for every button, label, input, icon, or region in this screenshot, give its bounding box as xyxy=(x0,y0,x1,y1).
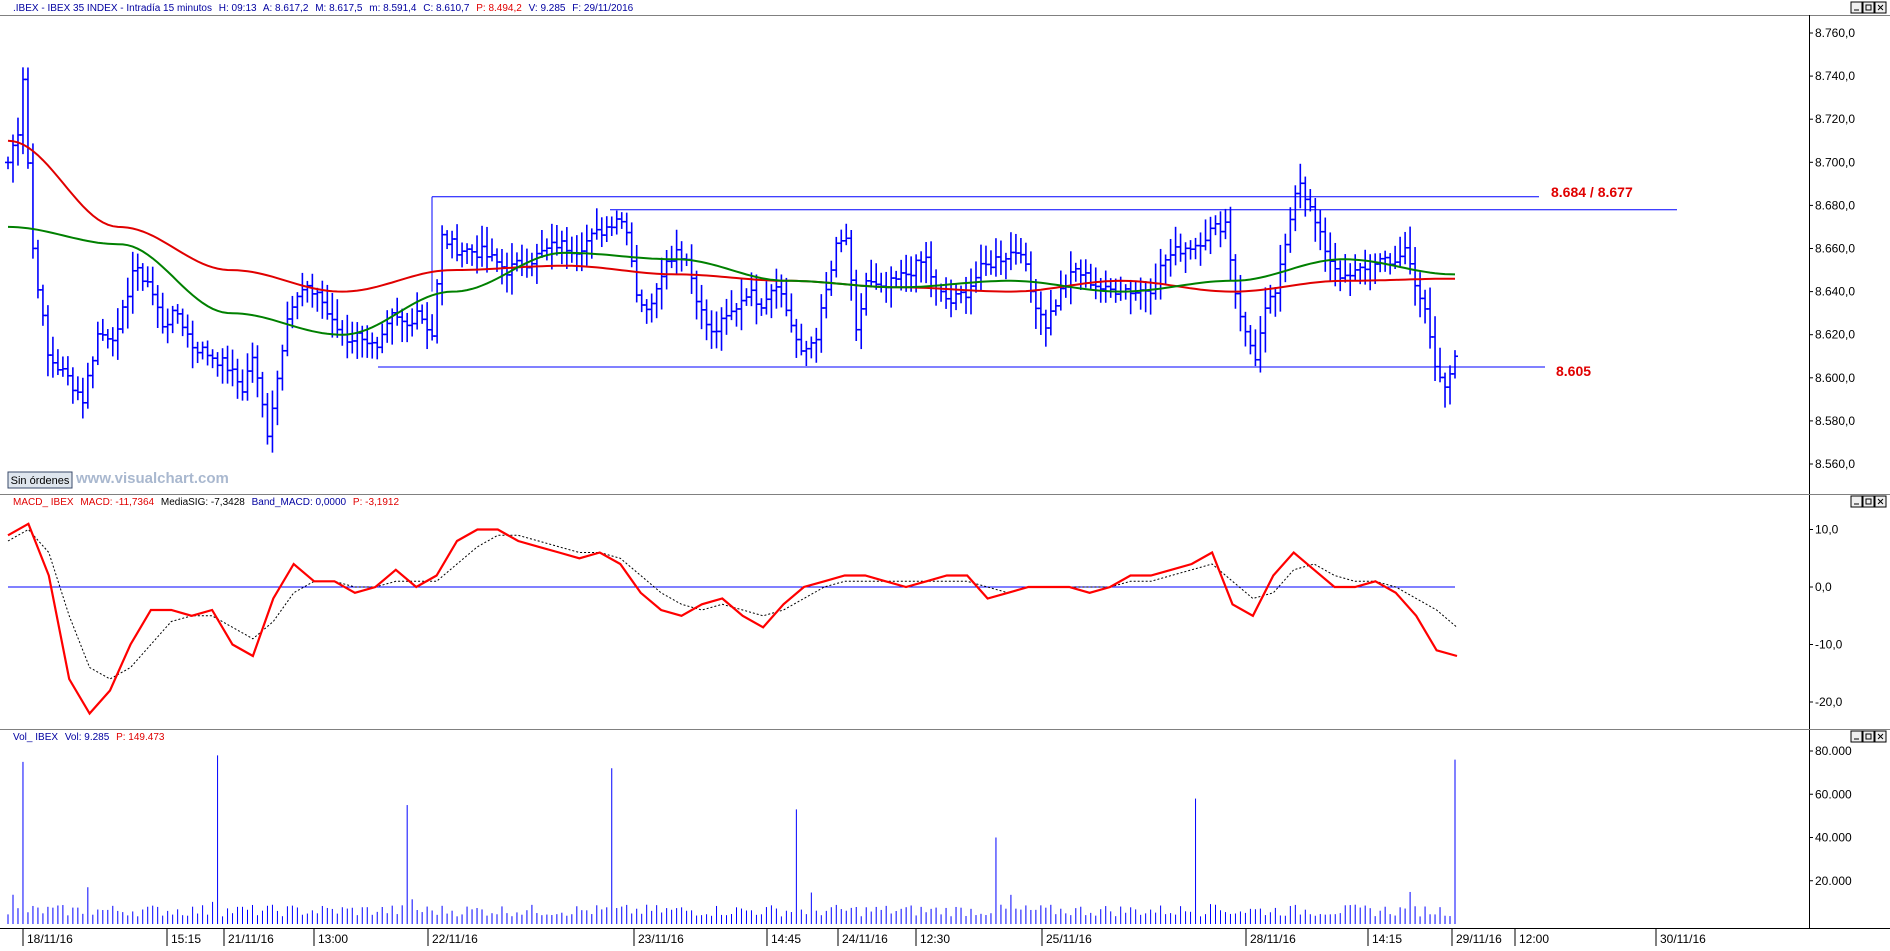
macd-p-value: P: -3,1912 xyxy=(353,497,400,508)
x-tick-label: 23/11/16 xyxy=(638,932,684,946)
price-y-tick-label: 8.680,0 xyxy=(1815,198,1855,212)
x-tick-label: 30/11/16 xyxy=(1660,932,1706,946)
time-value: H: 09:13 xyxy=(219,3,257,14)
x-tick-label: 28/11/16 xyxy=(1250,932,1296,946)
low-value: m: 8.591,4 xyxy=(369,3,417,14)
prev-value: P: 8.494,2 xyxy=(476,3,522,14)
x-tick-label: 15:15 xyxy=(171,932,201,946)
volume-name: Vol_ IBEX xyxy=(13,732,58,743)
volume-y-tick-label: 60.000 xyxy=(1815,787,1852,801)
x-tick-label: 12:00 xyxy=(1519,932,1549,946)
volume-y-tick-label: 20.000 xyxy=(1815,874,1852,888)
signal-value: MediaSIG: -7,3428 xyxy=(161,497,245,508)
price-y-tick-label: 8.580,0 xyxy=(1815,414,1855,428)
chart-canvas: .IBEX - IBEX 35 INDEX - Intradía 15 minu… xyxy=(0,0,1890,946)
price-y-tick-label: 8.720,0 xyxy=(1815,112,1855,126)
macd-header: MACD_ IBEX MACD: -11,7364 MediaSIG: -7,3… xyxy=(13,497,399,508)
price-y-tick-label: 8.640,0 xyxy=(1815,285,1855,299)
x-tick-label: 18/11/16 xyxy=(27,932,73,946)
orders-button[interactable]: Sin órdenes xyxy=(7,471,73,489)
volume-value: V: 9.285 xyxy=(529,3,566,14)
maximize-button[interactable] xyxy=(1862,1,1875,14)
support-label: 8.605 xyxy=(1556,363,1591,379)
orders-button-label: Sin órdenes xyxy=(11,475,70,487)
x-tick-label: 22/11/16 xyxy=(432,932,478,946)
volume-y-tick-label: 80.000 xyxy=(1815,744,1852,758)
volume-p-value: P: 149.473 xyxy=(116,732,165,743)
macd-value: MACD: -11,7364 xyxy=(80,497,154,508)
minimize-button[interactable] xyxy=(1850,495,1863,508)
minimize-button[interactable] xyxy=(1850,730,1863,743)
close-value: C: 8.610,7 xyxy=(423,3,470,14)
minimize-button[interactable] xyxy=(1850,1,1863,14)
x-tick-label: 21/11/16 xyxy=(228,932,274,946)
volume-y-tick-label: 40.000 xyxy=(1815,831,1852,845)
maximize-button[interactable] xyxy=(1862,730,1875,743)
volume-header: Vol_ IBEX Vol: 9.285 P: 149.473 xyxy=(13,732,165,743)
price-y-tick-label: 8.620,0 xyxy=(1815,328,1855,342)
maximize-button[interactable] xyxy=(1862,495,1875,508)
x-tick-label: 29/11/16 xyxy=(1456,932,1502,946)
macd-y-tick-label: 0,0 xyxy=(1815,580,1832,594)
x-tick-label: 24/11/16 xyxy=(842,932,888,946)
watermark: www.visualchart.com xyxy=(75,470,229,487)
price-y-tick-label: 8.760,0 xyxy=(1815,26,1855,40)
x-tick-label: 12:30 xyxy=(920,932,950,946)
header-bar: .IBEX - IBEX 35 INDEX - Intradía 15 minu… xyxy=(13,3,634,14)
macd-y-tick-label: 10,0 xyxy=(1815,523,1839,537)
macd-y-tick-label: -10,0 xyxy=(1815,638,1843,652)
volume-panel-controls xyxy=(1850,730,1887,743)
high-value: M: 8.617,5 xyxy=(315,3,363,14)
x-tick-label: 25/11/16 xyxy=(1046,932,1092,946)
date-value: F: 29/11/2016 xyxy=(572,3,633,14)
price-y-tick-label: 8.740,0 xyxy=(1815,69,1855,83)
price-y-tick-label: 8.660,0 xyxy=(1815,242,1855,256)
open-value: A: 8.617,2 xyxy=(263,3,309,14)
band-value: Band_MACD: 0,0000 xyxy=(252,497,347,508)
volume-current: Vol: 9.285 xyxy=(65,732,110,743)
resistance-label: 8.684 / 8.677 xyxy=(1551,184,1633,200)
x-tick-label: 14:45 xyxy=(771,932,801,946)
price-y-tick-label: 8.700,0 xyxy=(1815,155,1855,169)
macd-y-tick-label: -20,0 xyxy=(1815,695,1843,709)
price-y-tick-label: 8.560,0 xyxy=(1815,457,1855,471)
x-tick-label: 13:00 xyxy=(318,932,348,946)
symbol-label: .IBEX - IBEX 35 INDEX - Intradía 15 minu… xyxy=(13,3,212,14)
macd-panel-controls xyxy=(1850,495,1887,508)
x-tick-label: 14:15 xyxy=(1372,932,1402,946)
price-y-tick-label: 8.600,0 xyxy=(1815,371,1855,385)
macd-name: MACD_ IBEX xyxy=(13,497,74,508)
price-panel-controls xyxy=(1850,1,1887,14)
